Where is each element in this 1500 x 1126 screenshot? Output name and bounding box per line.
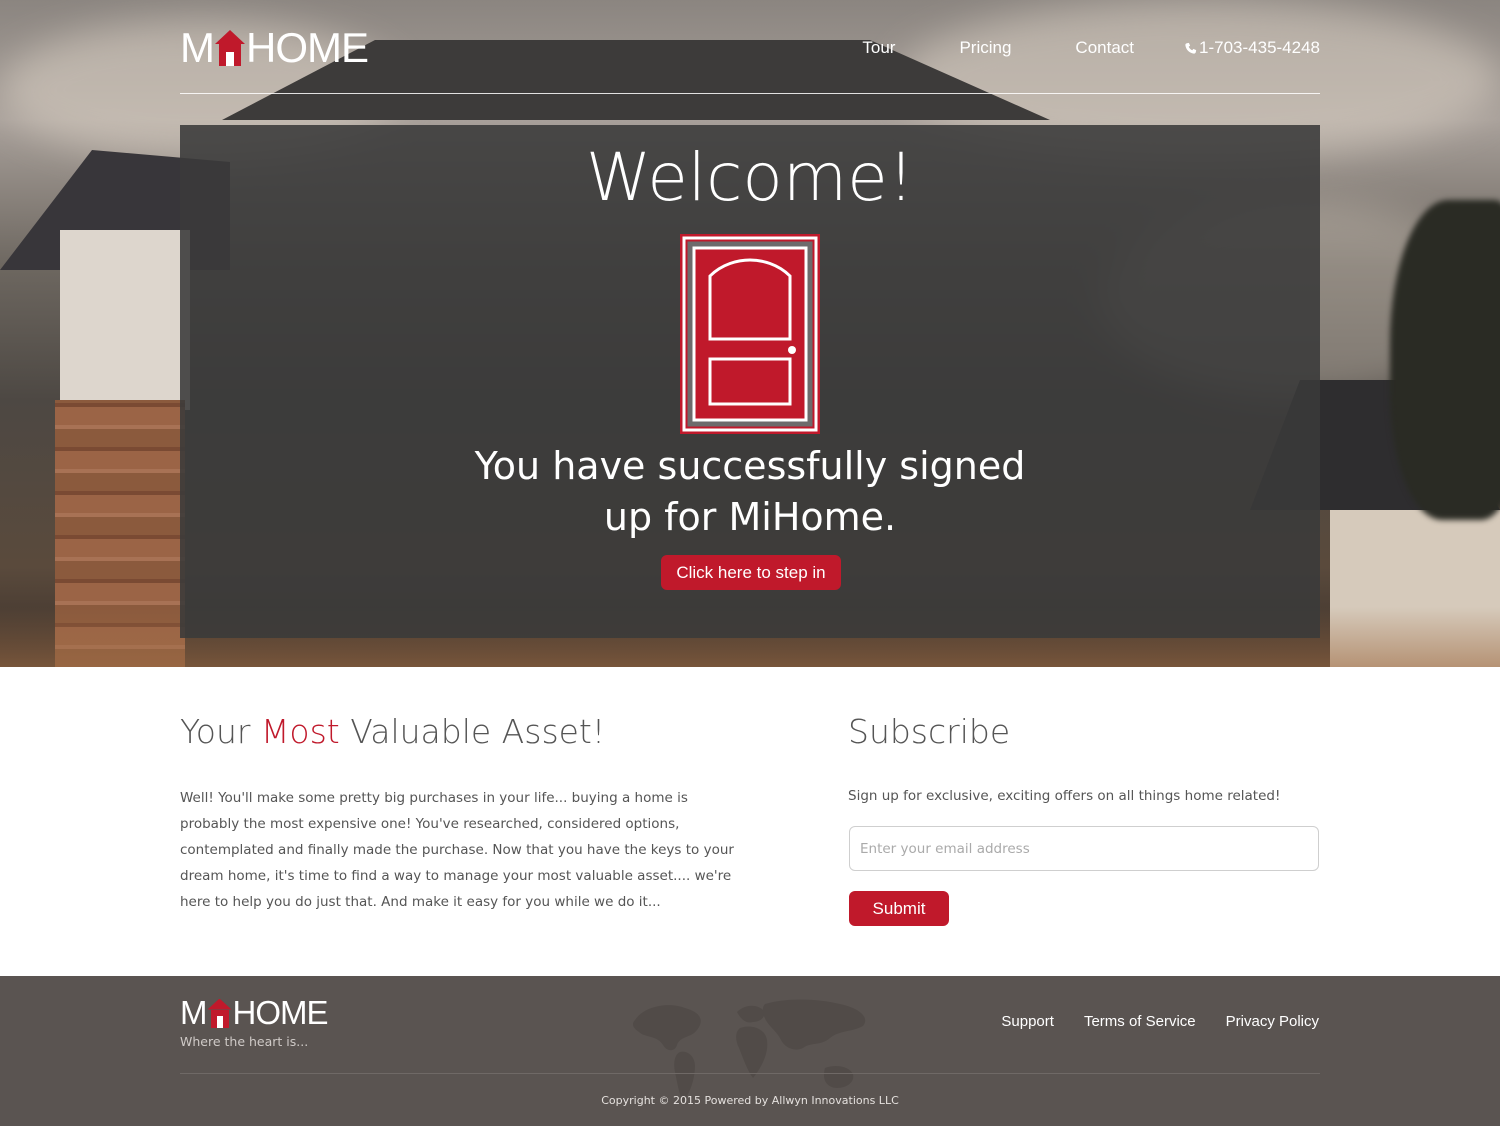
success-message-line2: up for MiHome. [603,495,897,539]
logo-text-left: M [180,24,215,71]
house-icon [207,998,232,1028]
about-title-accent: Most [260,712,340,751]
logo[interactable]: M HOME [180,24,369,71]
phone-icon [1185,42,1197,54]
house-wall [60,230,190,410]
email-input[interactable] [849,826,1319,871]
footer: M HOME Where the heart is... Support Ter… [0,976,1500,1126]
step-in-button[interactable]: Click here to step in [661,555,841,590]
nav-pricing[interactable]: Pricing [959,38,1011,58]
logo-text-right: HOME [246,24,369,71]
welcome-title: Welcome! [585,139,915,216]
about-title-before: Your [180,712,261,751]
footer-link-terms[interactable]: Terms of Service [1084,1013,1196,1030]
nav-divider [180,93,1320,94]
nav-contact[interactable]: Contact [1075,38,1134,58]
phone-number: 1-703-435-4248 [1199,38,1320,57]
top-nav: M HOME Tour Pricing Contact 1-703-435-42… [180,24,1320,96]
footer-link-privacy[interactable]: Privacy Policy [1226,1013,1319,1030]
footer-logo-text-left: M [180,994,207,1031]
nav-phone[interactable]: 1-703-435-4248 [1184,38,1320,58]
success-message-line1: You have successfully signed [474,444,1026,488]
door-icon [680,234,820,434]
about-body: Well! You'll make some pretty big purcha… [180,790,734,910]
nav-links: Tour Pricing Contact 1-703-435-4248 [798,38,1320,58]
footer-link-support[interactable]: Support [1001,1013,1054,1030]
success-message: You have successfully signed up for MiHo… [180,441,1320,543]
footer-divider [180,1073,1320,1074]
footer-tagline: Where the heart is... [180,1034,309,1049]
footer-logo[interactable]: M HOME [180,994,329,1031]
copyright: Copyright © 2015 Powered by Allwyn Innov… [601,1094,899,1107]
subscribe-title: Subscribe [848,712,1011,751]
footer-logo-text-right: HOME [232,994,329,1031]
house-icon [215,30,245,66]
footer-links: Support Terms of Service Privacy Policy [971,1013,1319,1030]
world-map-icon [632,999,866,1102]
subscribe-description: Sign up for exclusive, exciting offers o… [848,788,1281,804]
welcome-panel: Welcome! You have successfully signed up… [180,125,1320,638]
submit-button[interactable]: Submit [849,891,949,926]
about-title: Your Most Valuable Asset! [180,712,605,751]
nav-tour[interactable]: Tour [862,38,895,58]
about-title-after: Valuable Asset! [339,712,606,751]
tree [1390,200,1500,520]
